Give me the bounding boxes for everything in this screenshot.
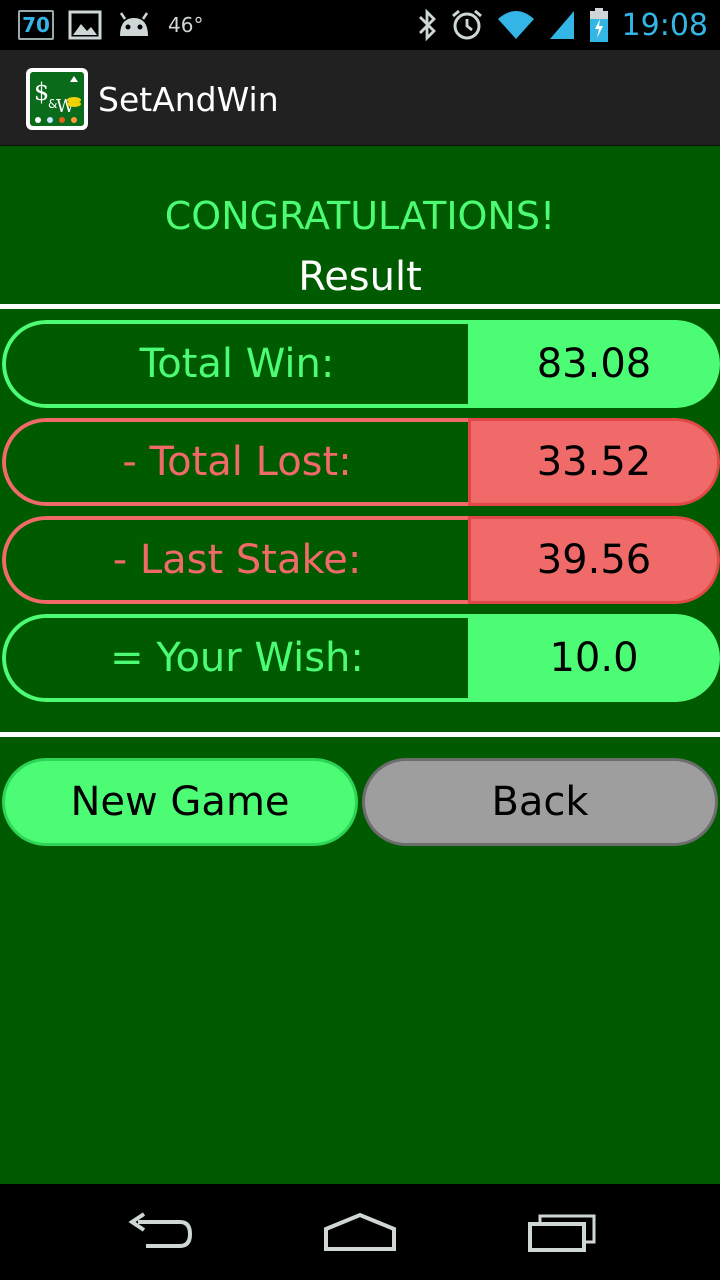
nav-home-button[interactable] (315, 1204, 405, 1260)
total-win-row: Total Win: 83.08 (2, 320, 720, 408)
congratulations-heading: CONGRATULATIONS! (164, 194, 556, 238)
new-game-button[interactable]: New Game (2, 758, 358, 846)
total-win-value: 83.08 (468, 320, 720, 408)
back-button[interactable]: Back (362, 758, 718, 846)
total-lost-row: - Total Lost: 33.52 (2, 418, 720, 506)
app-logo-icon: $ & W (30, 72, 84, 126)
svg-text:$: $ (34, 78, 49, 106)
last-stake-label: - Last Stake: (2, 516, 472, 604)
total-lost-label: - Total Lost: (2, 418, 472, 506)
clock-time: 19:08 (621, 7, 708, 43)
total-win-label: Total Win: (2, 320, 472, 408)
temperature-text: 46° (168, 13, 204, 37)
bluetooth-icon (418, 8, 436, 42)
nav-back-button[interactable] (114, 1204, 204, 1260)
result-heading: Result (298, 254, 422, 300)
notification-badge: 70 (18, 10, 54, 40)
top-divider (0, 304, 720, 309)
app-title: SetAndWin (98, 80, 279, 119)
home-icon (324, 1212, 396, 1251)
nav-recent-apps-button[interactable] (517, 1204, 607, 1260)
android-icon (119, 12, 149, 36)
navigation-bar (0, 1184, 720, 1280)
your-wish-row: = Your Wish: 10.0 (2, 614, 720, 702)
result-screen: CONGRATULATIONS! Result Total Win: 83.08… (0, 146, 720, 1184)
alarm-icon (451, 9, 482, 40)
app-logo[interactable]: $ & W (26, 68, 88, 130)
action-bar: $ & W SetAndWin (0, 50, 720, 146)
bottom-divider (0, 732, 720, 737)
signal-icon (549, 11, 574, 39)
your-wish-label: = Your Wish: (2, 614, 472, 702)
your-wish-value: 10.0 (468, 614, 720, 702)
image-icon (68, 10, 102, 40)
last-stake-row: - Last Stake: 39.56 (2, 516, 720, 604)
recent-apps-icon (528, 1214, 596, 1252)
wifi-icon (497, 11, 534, 39)
status-bar: 70 46° 19:08 (0, 0, 720, 50)
back-icon (128, 1212, 193, 1248)
battery-icon (589, 8, 608, 42)
total-lost-value: 33.52 (468, 418, 720, 506)
last-stake-value: 39.56 (468, 516, 720, 604)
